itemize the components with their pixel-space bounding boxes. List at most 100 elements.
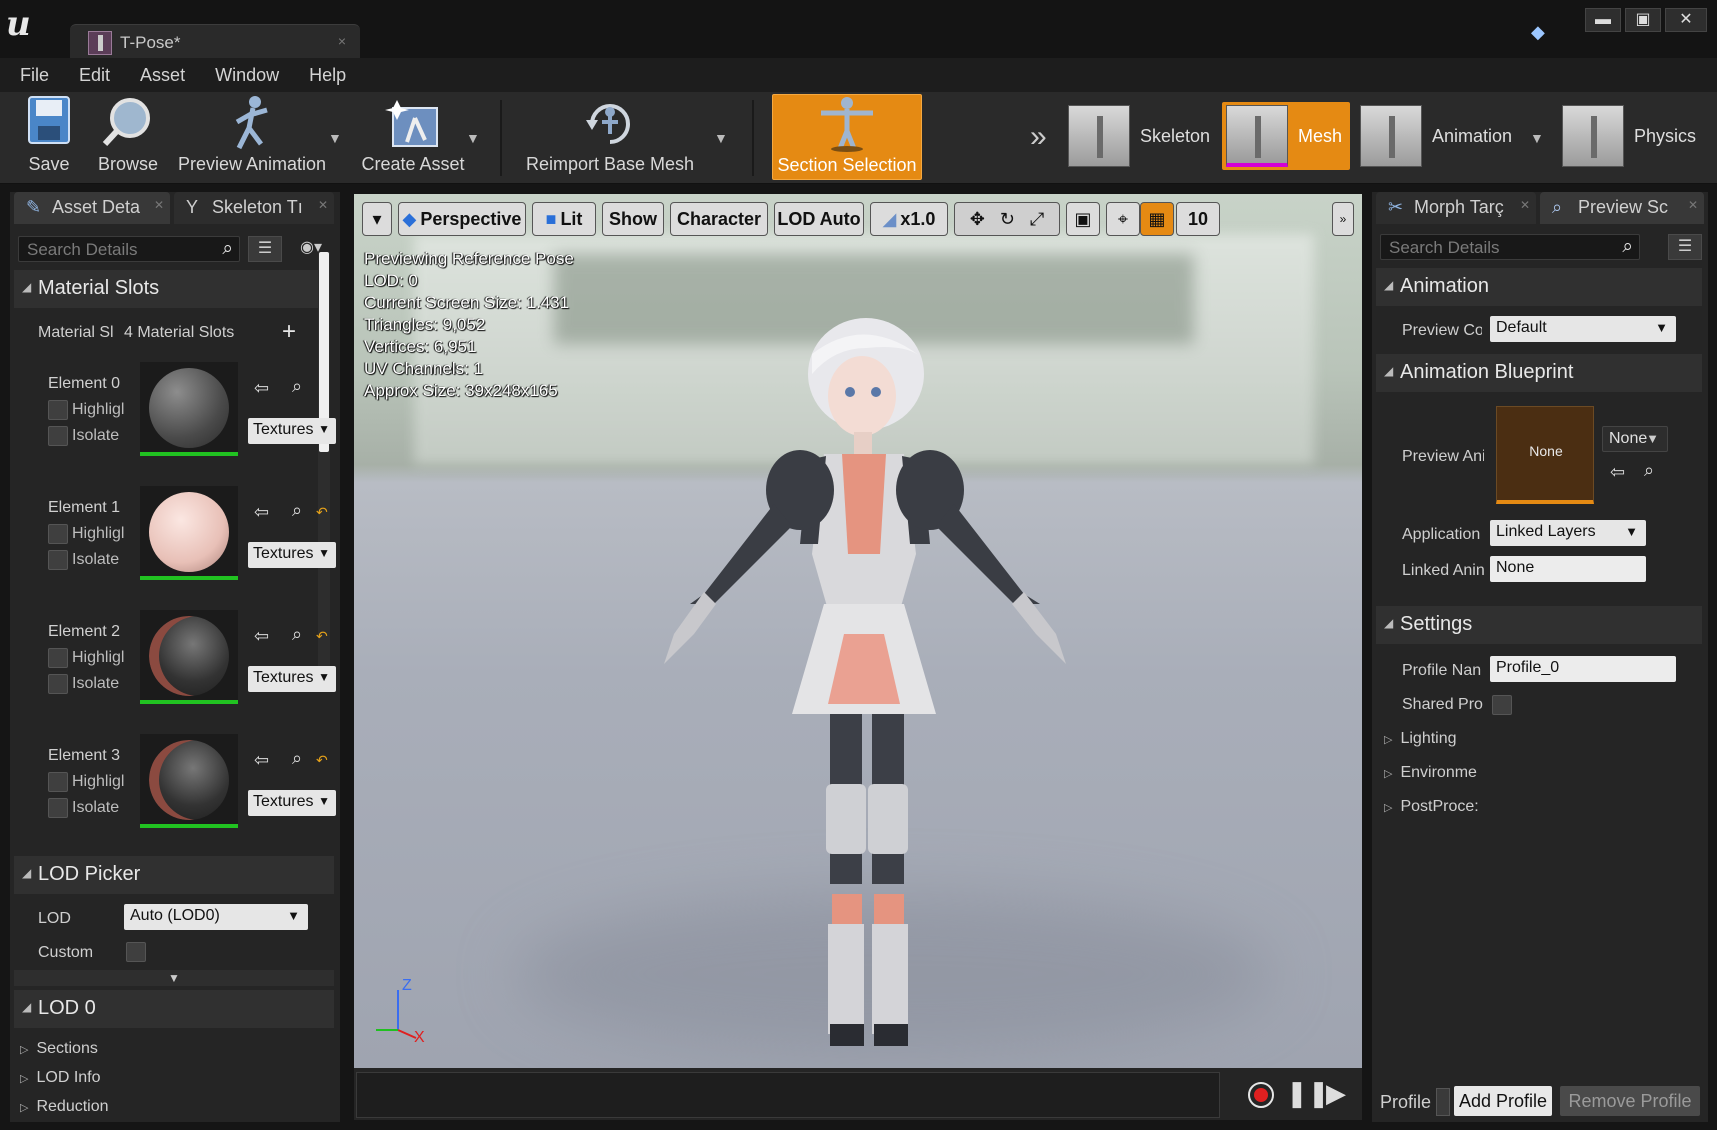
textures-dropdown[interactable]: Textures ▼ [248, 542, 336, 568]
add-material-slot-icon[interactable]: + [282, 318, 296, 346]
grid-snap-icon[interactable]: ▦ [1140, 202, 1174, 236]
menu-window[interactable]: Window [215, 65, 279, 86]
textures-dropdown[interactable]: Textures ▼ [248, 666, 336, 692]
browse-magnifier-icon[interactable]: ⌕ [292, 376, 302, 397]
perspective-button[interactable]: ◆ Perspective [398, 202, 526, 236]
tab-preview-scene[interactable]: ⌕ Preview Sc ✕ [1540, 192, 1704, 224]
profile-name-field[interactable]: Profile_0 [1490, 656, 1676, 682]
tab-close-icon[interactable]: ✕ [154, 198, 164, 212]
animation-mode-dropdown-icon[interactable]: ▼ [1530, 130, 1544, 146]
isolate-checkbox[interactable]: Isolate [48, 798, 119, 818]
use-selected-arrow-icon[interactable]: ⇦ [254, 750, 269, 771]
use-selected-arrow-icon[interactable]: ⇦ [254, 626, 269, 647]
textures-dropdown[interactable]: Textures ▼ [248, 418, 336, 444]
use-selected-arrow-icon[interactable]: ⇦ [1610, 462, 1625, 483]
step-forward-icon[interactable]: ▶ [1326, 1078, 1346, 1109]
preview-animation-button[interactable]: Preview Animation [172, 94, 332, 180]
view-options-list-icon[interactable]: ☰ [248, 236, 282, 262]
tab-close-icon[interactable]: ✕ [1520, 198, 1530, 212]
menu-asset[interactable]: Asset [140, 65, 185, 86]
linked-anim-graph-field[interactable]: None [1490, 556, 1646, 582]
tab-morph-targets[interactable]: ✂ Morph Tarç ✕ [1376, 192, 1536, 224]
subsection-lod-info[interactable]: ▷ LOD Info [20, 1069, 101, 1087]
anim-blueprint-thumbnail[interactable]: None [1496, 406, 1594, 504]
lit-button[interactable]: ■ Lit [532, 202, 596, 236]
category-settings[interactable]: ◢ Settings [1376, 606, 1702, 644]
use-selected-arrow-icon[interactable]: ⇦ [254, 502, 269, 523]
viewport-overflow-icon[interactable]: » [1332, 202, 1354, 236]
section-selection-button[interactable]: Section Selection [772, 94, 922, 180]
viewport-options-dropdown[interactable]: ▾ [362, 202, 392, 236]
browse-button[interactable]: Browse [92, 94, 164, 180]
profile-dropdown[interactable] [1436, 1088, 1450, 1116]
mode-skeleton-button[interactable]: Skeleton [1068, 102, 1210, 170]
character-button[interactable]: Character [670, 202, 768, 236]
document-tab[interactable]: T-Pose* × [70, 24, 360, 60]
subsection-environment[interactable]: ▷ Environme [1384, 764, 1477, 782]
menu-file[interactable]: File [20, 65, 49, 86]
viewport[interactable]: ▾ ◆ Perspective ■ Lit Show Character LOD A… [354, 194, 1362, 1068]
expand-advanced-chevron-icon[interactable]: ▼ [14, 970, 334, 986]
isolate-checkbox[interactable]: Isolate [48, 674, 119, 694]
lod-combo[interactable]: Auto (LOD0) ▼ [124, 904, 308, 930]
grid-size-button[interactable]: 10 [1176, 202, 1220, 236]
material-thumbnail[interactable] [140, 362, 238, 456]
material-thumbnail[interactable] [140, 734, 238, 828]
browse-magnifier-icon[interactable]: ⌕ [292, 624, 302, 645]
tab-close-icon[interactable]: ✕ [318, 198, 328, 212]
reset-to-default-icon[interactable]: ↶ [316, 752, 328, 769]
category-lod-0[interactable]: ◢ LOD 0 [14, 990, 334, 1028]
menu-help[interactable]: Help [309, 65, 346, 86]
character-model[interactable] [604, 304, 1124, 1064]
isolate-checkbox[interactable]: Isolate [48, 550, 119, 570]
menu-edit[interactable]: Edit [79, 65, 110, 86]
category-lod-picker[interactable]: ◢ LOD Picker [14, 856, 334, 894]
subsection-sections[interactable]: ▷ Sections [20, 1040, 98, 1058]
subsection-reduction[interactable]: ▷ Reduction [20, 1098, 109, 1116]
left-scrollbar-track[interactable] [318, 252, 330, 692]
show-button[interactable]: Show [602, 202, 664, 236]
custom-lod-checkbox[interactable] [126, 942, 146, 962]
mode-physics-button[interactable]: Physics [1562, 102, 1696, 170]
tab-skeleton-tree[interactable]: Y Skeleton Tı ✕ [174, 192, 334, 224]
maximize-button[interactable]: ▣ [1625, 8, 1661, 32]
create-asset-dropdown-icon[interactable]: ▼ [466, 130, 480, 146]
subsection-postprocess[interactable]: ▷ PostProce: [1384, 798, 1479, 816]
mode-animation-button[interactable]: Animation [1360, 102, 1512, 170]
pause-icon[interactable]: ❚❚ [1286, 1078, 1330, 1109]
material-thumbnail[interactable] [140, 610, 238, 704]
create-asset-button[interactable]: Create Asset [358, 94, 468, 180]
category-animation[interactable]: ◢ Animation [1376, 268, 1702, 306]
browse-magnifier-icon[interactable]: ⌕ [292, 500, 302, 521]
highlight-checkbox[interactable]: Highligl [48, 648, 124, 668]
category-animation-blueprint[interactable]: ◢ Animation Blueprint [1376, 354, 1702, 392]
playback-speed-button[interactable]: ◢ x1.0 [870, 202, 948, 236]
minimize-button[interactable]: ▬ [1585, 8, 1621, 32]
tab-close-icon[interactable]: ✕ [1688, 198, 1698, 212]
tab-asset-details[interactable]: ✎ Asset Deta ✕ [14, 192, 170, 224]
reset-to-default-icon[interactable]: ↶ [316, 504, 328, 521]
mode-mesh-button[interactable]: Mesh [1222, 102, 1351, 170]
shared-profile-checkbox[interactable] [1492, 695, 1512, 715]
record-button-icon[interactable] [1248, 1082, 1274, 1108]
preview-animation-dropdown-icon[interactable]: ▼ [328, 130, 342, 146]
close-window-button[interactable]: ✕ [1665, 8, 1707, 32]
lod-auto-button[interactable]: LOD Auto [774, 202, 864, 236]
right-search-input[interactable]: Search Details ⌕ [1380, 234, 1640, 260]
reimport-dropdown-icon[interactable]: ▼ [714, 130, 728, 146]
surface-snap-icon[interactable]: ⌖ [1106, 202, 1140, 236]
material-thumbnail[interactable] [140, 486, 238, 580]
textures-dropdown[interactable]: Textures ▼ [248, 790, 336, 816]
highlight-checkbox[interactable]: Highligl [48, 772, 124, 792]
highlight-checkbox[interactable]: Highligl [48, 400, 124, 420]
anim-blueprint-combo[interactable]: None ▼ [1602, 426, 1668, 452]
local-world-cube-icon[interactable]: ▣ [1066, 202, 1100, 236]
isolate-checkbox[interactable]: Isolate [48, 426, 119, 446]
scale-icon[interactable]: ⤢ [1030, 209, 1044, 229]
view-options-list-icon[interactable]: ☰ [1668, 234, 1702, 260]
application-method-combo[interactable]: Linked Layers ▼ [1490, 520, 1646, 546]
left-search-input[interactable]: Search Details ⌕ [18, 236, 240, 262]
rotate-icon[interactable]: ↻ [1000, 209, 1015, 229]
highlight-checkbox[interactable]: Highligl [48, 524, 124, 544]
subsection-lighting[interactable]: ▷ Lighting [1384, 730, 1457, 748]
